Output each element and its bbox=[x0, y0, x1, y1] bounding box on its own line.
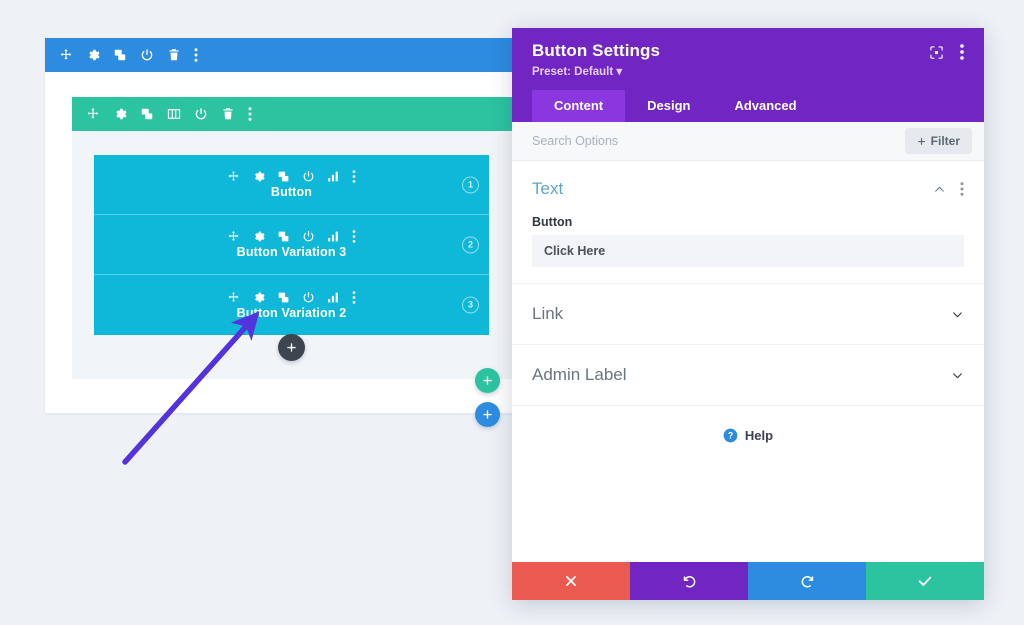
search-row: Filter bbox=[512, 122, 984, 161]
move-icon[interactable] bbox=[227, 291, 240, 304]
preset-selector[interactable]: Preset: Default ▾ bbox=[532, 64, 929, 78]
duplicate-icon[interactable] bbox=[140, 107, 154, 121]
accordion-link[interactable]: Link bbox=[512, 284, 984, 345]
module-label: Button bbox=[270, 185, 313, 199]
help-link[interactable]: ? Help bbox=[512, 406, 984, 443]
accordion-title-admin-label[interactable]: Admin Label bbox=[532, 365, 951, 385]
save-button[interactable] bbox=[866, 562, 984, 600]
screenshot-root: Sectio bbox=[0, 0, 1024, 625]
module-toolbar-icons bbox=[227, 170, 356, 183]
button-settings-modal: Button Settings Preset: Default ▾ Conten… bbox=[512, 28, 984, 600]
module-label: Button Variation 3 bbox=[236, 245, 347, 259]
add-row-button[interactable] bbox=[475, 368, 500, 393]
module-order-number: 1 bbox=[462, 176, 479, 193]
chevron-down-icon[interactable] bbox=[951, 369, 964, 382]
trash-icon[interactable] bbox=[221, 107, 235, 121]
move-icon[interactable] bbox=[227, 170, 240, 183]
tab-content[interactable]: Content bbox=[532, 90, 626, 122]
modal-header: Button Settings Preset: Default ▾ Conten… bbox=[512, 28, 984, 122]
trash-icon[interactable] bbox=[167, 48, 181, 62]
gear-icon[interactable] bbox=[252, 291, 265, 304]
duplicate-icon[interactable] bbox=[277, 170, 290, 183]
stats-icon[interactable] bbox=[327, 230, 340, 243]
duplicate-icon[interactable] bbox=[113, 48, 127, 62]
filter-button[interactable]: Filter bbox=[904, 128, 972, 154]
kebab-menu-icon[interactable] bbox=[248, 107, 252, 121]
module-order-number: 2 bbox=[462, 236, 479, 253]
row-toolbar-icons bbox=[86, 107, 252, 121]
add-section-button[interactable] bbox=[475, 402, 500, 427]
gear-icon[interactable] bbox=[113, 107, 127, 121]
modal-footer bbox=[512, 562, 984, 600]
gear-icon[interactable] bbox=[252, 230, 265, 243]
module-button-3[interactable]: Button Variation 2 3 bbox=[94, 275, 489, 335]
plus-icon bbox=[482, 409, 493, 420]
tab-advanced[interactable]: Advanced bbox=[712, 90, 818, 122]
module-order-number: 3 bbox=[462, 296, 479, 314]
kebab-menu-icon[interactable] bbox=[352, 170, 356, 183]
gear-icon[interactable] bbox=[252, 170, 265, 183]
move-icon[interactable] bbox=[227, 230, 240, 243]
move-icon[interactable] bbox=[59, 48, 73, 62]
chevron-up-icon[interactable] bbox=[933, 183, 946, 196]
move-icon[interactable] bbox=[86, 107, 100, 121]
modal-title: Button Settings bbox=[532, 41, 661, 60]
accordion-title-text[interactable]: Text bbox=[532, 179, 933, 199]
undo-button[interactable] bbox=[630, 562, 748, 600]
accordion-title-link[interactable]: Link bbox=[532, 304, 951, 324]
stats-icon[interactable] bbox=[327, 291, 340, 304]
modal-tabs: Content Design Advanced bbox=[532, 90, 964, 122]
check-icon bbox=[917, 573, 933, 589]
section-toolbar-icons bbox=[59, 48, 198, 62]
power-icon[interactable] bbox=[302, 291, 315, 304]
button-text-input[interactable] bbox=[532, 235, 964, 267]
plus-icon bbox=[917, 137, 926, 146]
gear-icon[interactable] bbox=[86, 48, 100, 62]
columns-icon[interactable] bbox=[167, 107, 181, 121]
module-toolbar-icons bbox=[227, 230, 356, 243]
power-icon[interactable] bbox=[194, 107, 208, 121]
modal-body: Text Button Link bbox=[512, 161, 984, 562]
accordion-admin-label[interactable]: Admin Label bbox=[512, 345, 984, 406]
kebab-menu-icon[interactable] bbox=[352, 230, 356, 243]
tab-design[interactable]: Design bbox=[625, 90, 712, 122]
duplicate-icon[interactable] bbox=[277, 291, 290, 304]
power-icon[interactable] bbox=[302, 170, 315, 183]
module-toolbar-icons bbox=[227, 290, 356, 304]
close-icon bbox=[564, 574, 578, 588]
module-label: Button Variation 2 bbox=[236, 305, 347, 320]
svg-text:?: ? bbox=[728, 431, 733, 441]
power-icon[interactable] bbox=[140, 48, 154, 62]
duplicate-icon[interactable] bbox=[277, 230, 290, 243]
button-text-label: Button bbox=[532, 215, 573, 229]
undo-icon bbox=[682, 574, 697, 589]
help-label: Help bbox=[744, 428, 774, 443]
plus-icon bbox=[482, 375, 493, 386]
chevron-down-icon[interactable] bbox=[951, 308, 964, 321]
kebab-menu-icon[interactable] bbox=[194, 48, 198, 62]
expand-icon[interactable] bbox=[929, 45, 944, 60]
accordion-text: Text Button bbox=[512, 161, 984, 284]
plus-icon bbox=[286, 342, 297, 353]
stats-icon[interactable] bbox=[327, 170, 340, 183]
kebab-menu-icon[interactable] bbox=[352, 290, 356, 304]
kebab-menu-icon[interactable] bbox=[960, 182, 964, 196]
search-input[interactable] bbox=[532, 129, 905, 153]
power-icon[interactable] bbox=[302, 230, 315, 243]
module-button-1[interactable]: Button 1 bbox=[94, 155, 489, 215]
cancel-button[interactable] bbox=[512, 562, 630, 600]
redo-button[interactable] bbox=[748, 562, 866, 600]
module-button-2[interactable]: Button Variation 3 2 bbox=[94, 215, 489, 275]
redo-icon bbox=[800, 574, 815, 589]
builder-column: Button 1 Button Variation 3 2 Button Var… bbox=[94, 155, 489, 335]
add-module-button[interactable] bbox=[278, 334, 305, 361]
help-icon: ? bbox=[723, 428, 738, 443]
kebab-menu-icon[interactable] bbox=[960, 44, 964, 60]
filter-label: Filter bbox=[930, 134, 960, 148]
